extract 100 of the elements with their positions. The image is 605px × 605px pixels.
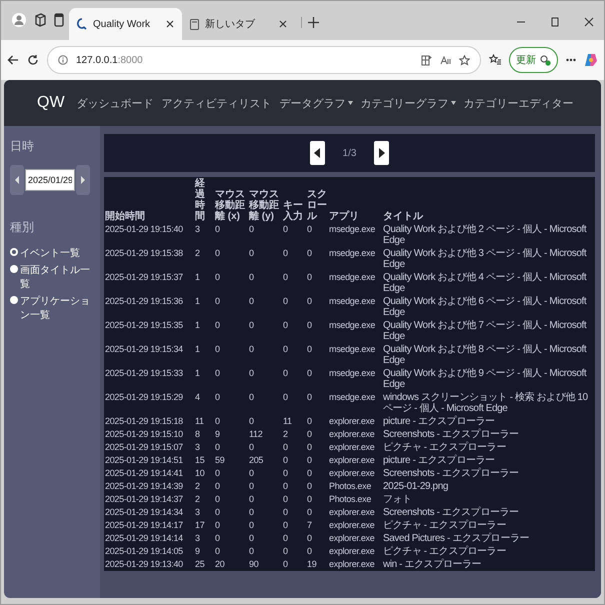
column-header: キー入力 (282, 177, 306, 223)
maximize-icon[interactable] (550, 17, 560, 27)
radio-label[interactable]: 画面タイトル一覧 (20, 263, 96, 291)
right-triangle-icon (378, 148, 385, 158)
browser-tab[interactable]: 新しいタブ (182, 8, 295, 40)
nav-link[interactable]: カテゴリーエディター (464, 96, 574, 110)
table-cell: explorer.exe (328, 558, 382, 571)
table-cell: 0 (282, 480, 306, 493)
table-cell: 9 (194, 545, 214, 558)
table-cell: 0 (248, 545, 282, 558)
table-cell: 2025-01-29.png (382, 480, 595, 493)
caret-icon (348, 101, 353, 105)
table-cell: 0 (282, 532, 306, 545)
reload-icon[interactable] (27, 54, 39, 66)
nav-link[interactable]: ダッシュボード (76, 96, 154, 110)
table-cell: win - エクスプローラー (382, 558, 595, 571)
table-cell: Screenshots - エクスプローラー (382, 467, 595, 480)
table-cell: 2 (194, 493, 214, 506)
nav-link[interactable]: カテゴリーグラフ (360, 96, 456, 110)
table-cell: 3 (194, 441, 214, 454)
table-cell: 0 (306, 532, 328, 545)
table-cell: explorer.exe (328, 454, 382, 467)
nav-link[interactable]: アクティビティリスト (162, 96, 272, 110)
browser-tab[interactable]: Quality Work (69, 8, 182, 40)
table-cell: 3 (194, 506, 214, 519)
table-cell: 0 (214, 223, 248, 247)
table-cell: 2 (282, 428, 306, 441)
table-cell: msedge.exe (328, 343, 382, 367)
table-cell: ピクチャ - エクスプローラー (382, 441, 595, 454)
table-cell: 0 (214, 519, 248, 532)
table-cell: 0 (282, 319, 306, 343)
table-cell: 17 (194, 519, 214, 532)
table-cell: フォト (382, 493, 595, 506)
table-cell: 205 (248, 454, 282, 467)
radio-label[interactable]: アプリケーション一覧 (20, 294, 96, 322)
previous-page-button[interactable] (310, 141, 325, 165)
section-heading: 日時 (10, 138, 35, 155)
address-bar[interactable]: 127.0.0.1:8000 (47, 46, 481, 74)
table-cell: 0 (214, 295, 248, 319)
table-cell: 1 (194, 295, 214, 319)
table-cell: 2025-01-29 19:15:10 (104, 428, 194, 441)
profile-icon[interactable] (12, 13, 26, 27)
close-icon[interactable] (584, 17, 594, 27)
table-cell: 0 (306, 506, 328, 519)
table-cell: 0 (248, 519, 282, 532)
table-cell: 2025-01-29 19:14:34 (104, 506, 194, 519)
table-cell: 2025-01-29 19:15:34 (104, 343, 194, 367)
read-aloud-icon[interactable] (440, 54, 451, 66)
table-cell: 0 (214, 343, 248, 367)
table-cell: 25 (194, 558, 214, 571)
table-cell: 0 (306, 319, 328, 343)
table-cell: 2 (194, 247, 214, 271)
right-triangle-icon (81, 176, 85, 184)
table-cell: explorer.exe (328, 467, 382, 480)
brand-link[interactable]: QW (37, 94, 65, 112)
more-icon[interactable] (566, 58, 576, 62)
table-cell: 0 (282, 545, 306, 558)
info-icon[interactable] (58, 55, 68, 65)
table-cell: 0 (248, 247, 282, 271)
table-cell: 0 (248, 506, 282, 519)
table-cell: 7 (306, 519, 328, 532)
page-indicator: 1/3 (342, 148, 356, 158)
update-button[interactable]: 更新 (509, 47, 558, 73)
previous-day-button[interactable] (10, 165, 24, 195)
close-icon[interactable] (279, 20, 287, 28)
tab-title: Quality Work (93, 18, 152, 30)
back-icon[interactable] (7, 54, 19, 66)
radio-button[interactable] (10, 296, 18, 304)
table-cell: Quality Work および他 7 ページ - 個人 - Microsoft Edge (382, 319, 595, 343)
nav-link[interactable]: データグラフ (280, 96, 353, 110)
tab-actions-icon[interactable] (54, 13, 64, 27)
table-cell: picture - エクスプローラー (382, 454, 595, 467)
next-page-button[interactable] (374, 141, 390, 165)
star-icon[interactable] (459, 54, 470, 66)
radio-button[interactable] (10, 248, 18, 256)
column-header: マウス移動距離 (x) (214, 177, 248, 223)
column-header: マウス移動距離 (y) (248, 177, 282, 223)
table-cell: 11 (282, 415, 306, 428)
table-cell: 0 (306, 467, 328, 480)
table-cell: 2025-01-29 19:15:37 (104, 271, 194, 295)
table-cell: 0 (214, 271, 248, 295)
radio-button[interactable] (10, 265, 18, 273)
table-cell: 15 (194, 454, 214, 467)
new-tab-icon[interactable] (301, 17, 319, 28)
copilot-icon[interactable] (584, 53, 598, 67)
table-cell: 9 (214, 428, 248, 441)
table-cell: Quality Work および他 3 ページ - 個人 - Microsoft Edge (382, 247, 595, 271)
favorites-icon[interactable] (489, 54, 501, 66)
workspaces-icon[interactable] (34, 13, 46, 27)
table-cell: 0 (306, 295, 328, 319)
table-cell: 0 (282, 367, 306, 391)
next-day-button[interactable] (76, 165, 90, 195)
url-text: 127.0.0.1:8000 (76, 54, 143, 66)
table-cell: 0 (248, 271, 282, 295)
app-install-icon[interactable] (421, 54, 432, 66)
radio-label[interactable]: イベント一覧 (20, 246, 80, 260)
close-icon[interactable] (166, 20, 174, 28)
table-cell: 0 (214, 506, 248, 519)
table-cell: 1 (194, 319, 214, 343)
table-cell: 0 (248, 319, 282, 343)
